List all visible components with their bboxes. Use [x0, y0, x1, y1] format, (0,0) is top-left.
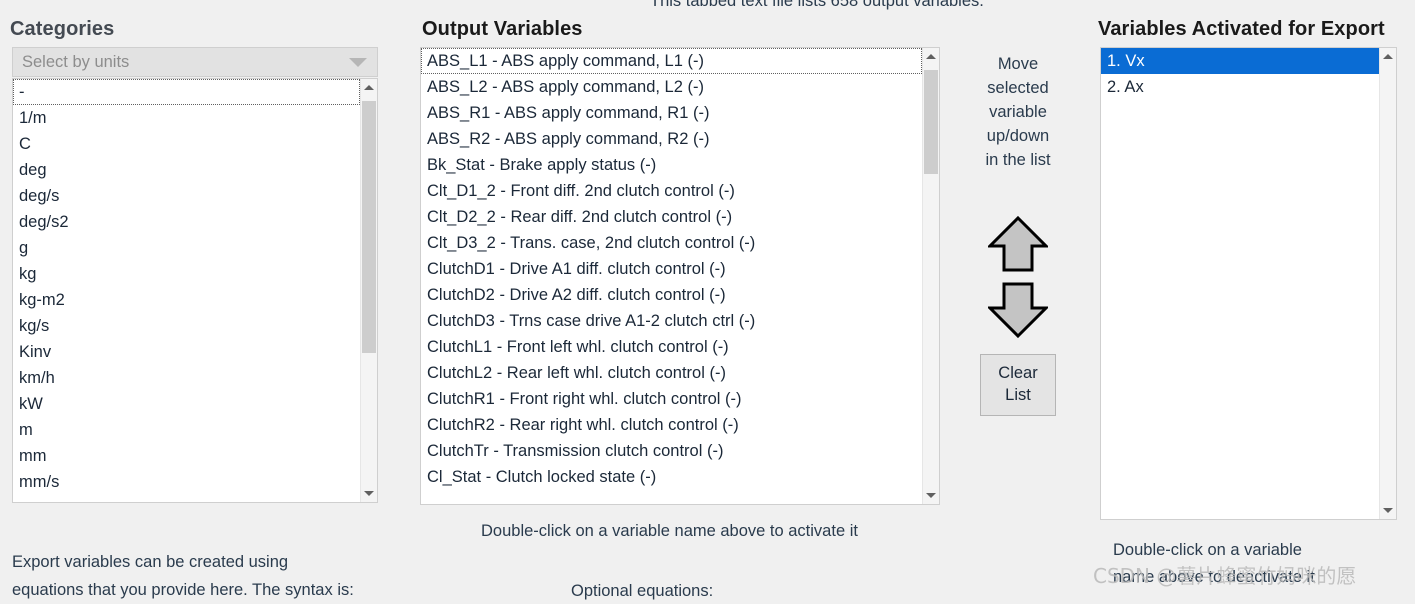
arrow-up-icon: [986, 215, 1050, 272]
output-scroll-up-button[interactable]: [923, 48, 939, 65]
move-controls-caption: Move selected variable up/down in the list: [958, 52, 1078, 172]
list-item[interactable]: ClutchL1 - Front left whl. clutch contro…: [421, 334, 922, 360]
chevron-down-icon: [349, 57, 367, 67]
output-variables-header: Output Variables: [422, 18, 583, 40]
list-item[interactable]: Clt_D3_2 - Trans. case, 2nd clutch contr…: [421, 230, 922, 256]
list-item[interactable]: ABS_L1 - ABS apply command, L1 (-): [421, 48, 922, 74]
output-variables-items[interactable]: ABS_L1 - ABS apply command, L1 (-) ABS_L2…: [421, 48, 922, 504]
optional-equations-label: Optional equations:: [571, 582, 714, 600]
move-caption-line: up/down: [986, 127, 1050, 145]
list-item[interactable]: ClutchTr - Transmission clutch control (…: [421, 438, 922, 464]
note-line: Export variables can be created using: [12, 553, 289, 571]
export-variables-header: Variables Activated for Export: [1098, 18, 1385, 40]
move-caption-line: selected: [987, 79, 1049, 97]
categories-scroll-up-button[interactable]: [361, 79, 377, 96]
export-variables-items[interactable]: 1. Vx 2. Ax: [1101, 48, 1379, 519]
output-variables-listbox[interactable]: ABS_L1 - ABS apply command, L1 (-) ABS_L2…: [420, 47, 940, 505]
move-caption-line: in the list: [985, 151, 1051, 169]
list-item[interactable]: deg: [13, 157, 360, 183]
categories-listbox[interactable]: -1/m Cdeg deg/s deg/s2 g kg kg-m2 kg/s Kinv km/h k…: [12, 78, 378, 503]
list-item[interactable]: ClutchR1 - Front right whl. clutch contr…: [421, 386, 922, 412]
note-line: equations that you provide here. The syn…: [12, 581, 354, 599]
list-item[interactable]: ABS_R2 - ABS apply command, R2 (-): [421, 126, 922, 152]
chevron-down-icon: [926, 493, 936, 498]
list-item[interactable]: deg/s: [13, 183, 360, 209]
categories-items[interactable]: -1/m Cdeg deg/s deg/s2 g kg kg-m2 kg/s Kinv km/h k…: [13, 79, 360, 502]
categories-header: Categories: [10, 18, 115, 40]
list-item[interactable]: ABS_R1 - ABS apply command, R1 (-): [421, 100, 922, 126]
list-item[interactable]: Bk_Stat - Brake apply status (-): [421, 152, 922, 178]
list-item[interactable]: mm: [13, 443, 360, 469]
list-item[interactable]: Kinv: [13, 339, 360, 365]
move-down-button[interactable]: [986, 282, 1050, 343]
export-variables-listbox[interactable]: 1. Vx 2. Ax: [1100, 47, 1397, 520]
output-scroll-thumb[interactable]: [924, 70, 938, 174]
list-item[interactable]: kg: [13, 261, 360, 287]
list-item[interactable]: mm/s: [13, 469, 360, 495]
output-variables-scrollbar[interactable]: [922, 48, 939, 504]
list-item[interactable]: kW: [13, 391, 360, 417]
categories-scrollbar[interactable]: [360, 79, 377, 502]
list-item[interactable]: g: [13, 235, 360, 261]
export-variables-hint: Double-click on a variable name above to …: [1113, 537, 1403, 591]
list-item[interactable]: deg/s2: [13, 209, 360, 235]
output-scroll-down-button[interactable]: [923, 487, 939, 504]
move-caption-line: Move: [997, 55, 1039, 73]
export-scroll-up-button[interactable]: [1380, 48, 1396, 65]
list-item[interactable]: 1/m: [13, 105, 360, 131]
clear-list-label: List: [1005, 386, 1031, 404]
list-item[interactable]: -: [13, 79, 360, 105]
export-hint-line: name above to deactivate it: [1113, 568, 1315, 586]
export-equations-note: Export variables can be created using equ…: [12, 548, 442, 604]
move-caption-line: variable: [989, 103, 1047, 121]
categories-scroll-thumb[interactable]: [362, 101, 376, 353]
export-variables-scrollbar[interactable]: [1379, 48, 1396, 519]
list-item[interactable]: m: [13, 417, 360, 443]
export-scroll-down-button[interactable]: [1380, 502, 1396, 519]
file-description-caption: This tabbed text file lists 658 output v…: [650, 0, 984, 10]
list-item[interactable]: C: [13, 131, 360, 157]
list-item[interactable]: kg-m2: [13, 287, 360, 313]
list-item[interactable]: kg/s: [13, 313, 360, 339]
list-item[interactable]: ClutchD1 - Drive A1 diff. clutch control…: [421, 256, 922, 282]
list-item[interactable]: ClutchL2 - Rear left whl. clutch control…: [421, 360, 922, 386]
select-by-units-combo[interactable]: Select by units: [12, 47, 378, 77]
list-item[interactable]: ClutchD3 - Trns case drive A1-2 clutch c…: [421, 308, 922, 334]
categories-scroll-down-button[interactable]: [361, 485, 377, 502]
export-hint-line: Double-click on a variable: [1113, 541, 1302, 559]
list-item[interactable]: ABS_L2 - ABS apply command, L2 (-): [421, 74, 922, 100]
select-by-units-value: Select by units: [22, 52, 130, 71]
list-item[interactable]: km/h: [13, 365, 360, 391]
list-item[interactable]: Clt_D2_2 - Rear diff. 2nd clutch control…: [421, 204, 922, 230]
chevron-up-icon: [364, 85, 374, 90]
clear-list-button[interactable]: Clear List: [980, 354, 1056, 416]
list-item[interactable]: 2. Ax: [1101, 74, 1379, 100]
chevron-up-icon: [926, 54, 936, 59]
list-item[interactable]: Cl_Stat - Clutch locked state (-): [421, 464, 922, 490]
chevron-down-icon: [1383, 508, 1393, 513]
list-item[interactable]: Clt_D1_2 - Front diff. 2nd clutch contro…: [421, 178, 922, 204]
clear-list-label: Clear: [998, 364, 1038, 383]
list-item[interactable]: ClutchD2 - Drive A2 diff. clutch control…: [421, 282, 922, 308]
chevron-up-icon: [1383, 54, 1393, 59]
arrow-down-icon: [986, 282, 1050, 339]
list-item[interactable]: ClutchR2 - Rear right whl. clutch contro…: [421, 412, 922, 438]
output-variables-hint: Double-click on a variable name above to…: [481, 522, 858, 540]
move-up-button[interactable]: [986, 215, 1050, 277]
chevron-down-icon: [364, 491, 374, 496]
list-item[interactable]: 1. Vx: [1101, 48, 1379, 74]
